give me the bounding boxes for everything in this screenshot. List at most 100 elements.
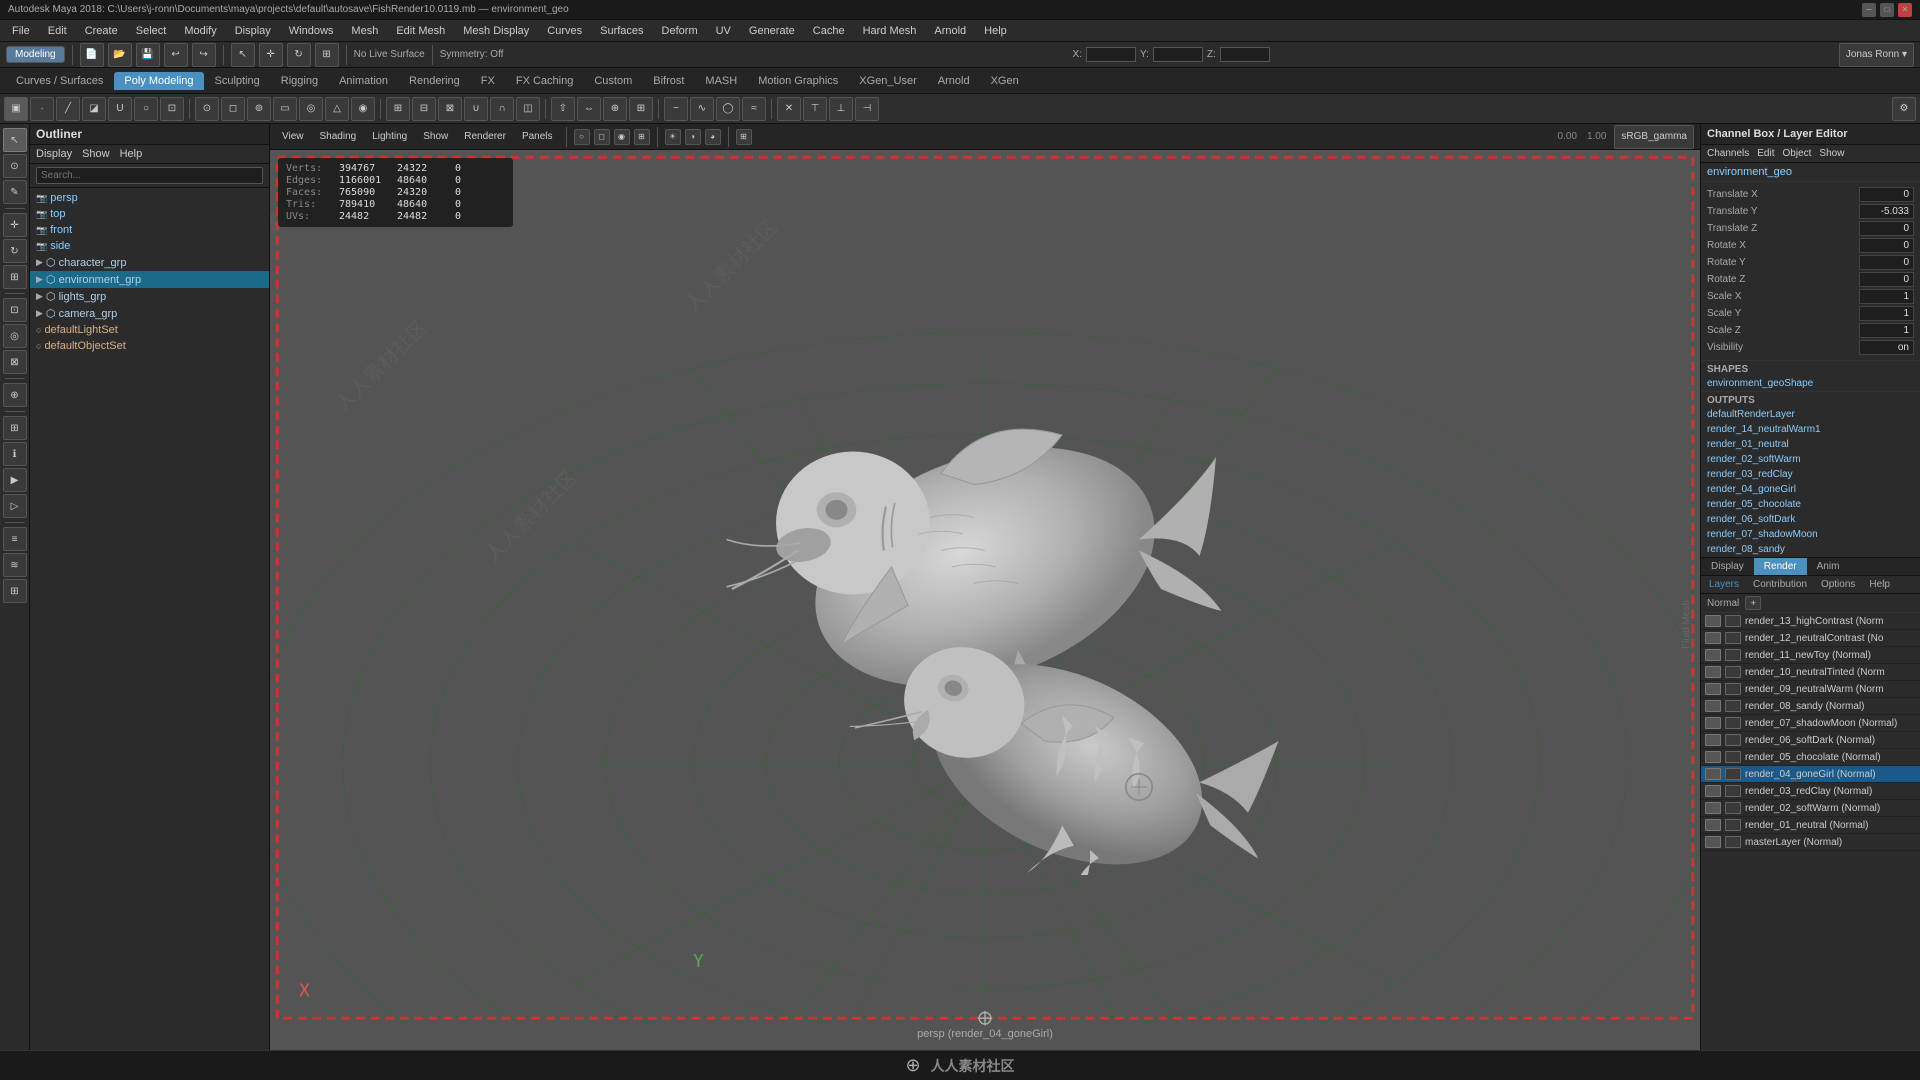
le-layer-render12[interactable]: render_12_neutralContrast (No bbox=[1701, 630, 1920, 647]
menu-create[interactable]: Create bbox=[77, 23, 126, 39]
cb-menu-channels[interactable]: Channels bbox=[1707, 148, 1749, 159]
relax-btn[interactable]: ∿ bbox=[690, 97, 714, 121]
redo-btn[interactable]: ↪ bbox=[192, 43, 216, 67]
vp-wireframe-btn[interactable]: ◻ bbox=[594, 129, 610, 145]
outliner-item-lights-grp[interactable]: ▶ ⬡ lights_grp bbox=[30, 288, 269, 305]
cb-scale-x-value[interactable]: 1 bbox=[1859, 289, 1914, 304]
show-manip[interactable]: ⊕ bbox=[3, 383, 27, 407]
tab-custom[interactable]: Custom bbox=[584, 72, 642, 90]
cb-output-render02[interactable]: render_02_softWarm bbox=[1701, 452, 1920, 467]
face-select-btn[interactable]: ◪ bbox=[82, 97, 106, 121]
outliner-search-input[interactable] bbox=[36, 167, 263, 184]
le-tab-render[interactable]: Render bbox=[1754, 558, 1807, 575]
le-layer-render11[interactable]: render_11_newToy (Normal) bbox=[1701, 647, 1920, 664]
vp-color-space-btn[interactable]: sRGB_gamma bbox=[1614, 125, 1694, 149]
bool-union-btn[interactable]: ∪ bbox=[464, 97, 488, 121]
cb-shape-item-0[interactable]: environment_geoShape bbox=[1701, 376, 1920, 391]
menu-mesh-display[interactable]: Mesh Display bbox=[455, 23, 537, 39]
snap-btn[interactable]: ⊞ bbox=[3, 416, 27, 440]
axis-z-input[interactable] bbox=[1220, 47, 1270, 62]
cb-output-render06[interactable]: render_06_softDark bbox=[1701, 512, 1920, 527]
render-btn[interactable]: ▶ bbox=[3, 468, 27, 492]
cb-menu-show[interactable]: Show bbox=[1819, 148, 1844, 159]
select-tool-btn[interactable]: ↖ bbox=[231, 43, 255, 67]
tab-poly-modeling[interactable]: Poly Modeling bbox=[114, 72, 203, 90]
cb-output-render04[interactable]: render_04_goneGirl bbox=[1701, 482, 1920, 497]
menu-file[interactable]: File bbox=[4, 23, 38, 39]
le-add-btn[interactable]: + bbox=[1745, 596, 1761, 610]
fill-hole-btn[interactable]: ⊕ bbox=[603, 97, 627, 121]
soft-mod[interactable]: ◎ bbox=[3, 324, 27, 348]
deform-tool[interactable]: ⊠ bbox=[3, 350, 27, 374]
new-scene-btn[interactable]: 📄 bbox=[80, 43, 104, 67]
extract-btn[interactable]: ⊠ bbox=[438, 97, 462, 121]
combine-btn[interactable]: ⊞ bbox=[386, 97, 410, 121]
poly-cone-btn[interactable]: △ bbox=[325, 97, 349, 121]
loop-cut-btn[interactable]: ⊣ bbox=[855, 97, 879, 121]
cb-translate-x-value[interactable]: 0 bbox=[1859, 187, 1914, 202]
ipr-btn[interactable]: ▷ bbox=[3, 494, 27, 518]
outliner-item-persp[interactable]: 📷 persp bbox=[30, 190, 269, 206]
le-layer-render01[interactable]: render_01_neutral (Normal) bbox=[1701, 817, 1920, 834]
menu-edit-mesh[interactable]: Edit Mesh bbox=[388, 23, 453, 39]
le-tab-anim[interactable]: Anim bbox=[1807, 558, 1850, 575]
maximize-button[interactable]: □ bbox=[1880, 3, 1894, 17]
settings-btn[interactable]: ⚙ bbox=[1892, 97, 1916, 121]
cb-rotate-z-value[interactable]: 0 bbox=[1859, 272, 1914, 287]
outliner-item-default-obj-set[interactable]: ○ defaultObjectSet bbox=[30, 338, 269, 354]
cb-scale-z-value[interactable]: 1 bbox=[1859, 323, 1914, 338]
paint-select-tool[interactable]: ✎ bbox=[3, 180, 27, 204]
vp-shading-menu[interactable]: Shading bbox=[314, 130, 363, 143]
info-btn[interactable]: ℹ bbox=[3, 442, 27, 466]
poly-torus-btn[interactable]: ◎ bbox=[299, 97, 323, 121]
mode-dropdown[interactable]: Modeling bbox=[6, 46, 65, 63]
poly-disk-btn[interactable]: ◉ bbox=[351, 97, 375, 121]
vp-textured-btn[interactable]: ⊞ bbox=[634, 129, 650, 145]
uv-select-btn[interactable]: U bbox=[108, 97, 132, 121]
le-layer-render03[interactable]: render_03_redClay (Normal) bbox=[1701, 783, 1920, 800]
viewport-canvas[interactable]: Verts: 394767 24322 0 Edges: 1166001 486… bbox=[270, 150, 1700, 1050]
outliner-menu-help[interactable]: Help bbox=[120, 148, 143, 160]
poly-cube-btn[interactable]: ◻ bbox=[221, 97, 245, 121]
close-button[interactable]: ✕ bbox=[1898, 3, 1912, 17]
rotate-tool-left[interactable]: ↻ bbox=[3, 239, 27, 263]
outliner-item-env-grp[interactable]: ▶ ⬡ environment_grp bbox=[30, 271, 269, 288]
select-mode-btn[interactable]: ▣ bbox=[4, 97, 28, 121]
vp-shadow-btn[interactable]: ◑ bbox=[685, 129, 701, 145]
cb-rotate-x-value[interactable]: 0 bbox=[1859, 238, 1914, 253]
vp-shaded-btn[interactable]: ◉ bbox=[614, 129, 630, 145]
menu-modify[interactable]: Modify bbox=[176, 23, 224, 39]
tab-bifrost[interactable]: Bifrost bbox=[643, 72, 694, 90]
scale-tool-left[interactable]: ⊞ bbox=[3, 265, 27, 289]
rotate-tool-btn[interactable]: ↻ bbox=[287, 43, 311, 67]
le-layer-render05[interactable]: render_05_chocolate (Normal) bbox=[1701, 749, 1920, 766]
menu-display[interactable]: Display bbox=[227, 23, 279, 39]
tab-arnold[interactable]: Arnold bbox=[928, 72, 980, 90]
menu-windows[interactable]: Windows bbox=[281, 23, 342, 39]
le-layer-render06[interactable]: render_06_softDark (Normal) bbox=[1701, 732, 1920, 749]
universal-manip[interactable]: ⊡ bbox=[3, 298, 27, 322]
display-layer-btn[interactable]: ≡ bbox=[3, 527, 27, 551]
move-tool-left[interactable]: ✛ bbox=[3, 213, 27, 237]
menu-curves[interactable]: Curves bbox=[539, 23, 590, 39]
menu-hard-mesh[interactable]: Hard Mesh bbox=[855, 23, 925, 39]
cb-visibility-value[interactable]: on bbox=[1859, 340, 1914, 355]
tab-xgen-user[interactable]: XGen_User bbox=[849, 72, 926, 90]
lasso-tool[interactable]: ⊙ bbox=[3, 154, 27, 178]
le-subtab-layers[interactable]: Layers bbox=[1705, 578, 1743, 591]
cb-scale-y-value[interactable]: 1 bbox=[1859, 306, 1914, 321]
merge-btn[interactable]: ⊤ bbox=[803, 97, 827, 121]
le-layer-render04[interactable]: render_04_goneGirl (Normal) bbox=[1701, 766, 1920, 783]
menu-select[interactable]: Select bbox=[128, 23, 175, 39]
tab-motion-graphics[interactable]: Motion Graphics bbox=[748, 72, 848, 90]
cb-output-render05[interactable]: render_05_chocolate bbox=[1701, 497, 1920, 512]
vp-show-menu[interactable]: Show bbox=[417, 130, 454, 143]
user-menu-btn[interactable]: Jonas Ronn ▾ bbox=[1839, 43, 1914, 67]
menu-surfaces[interactable]: Surfaces bbox=[592, 23, 651, 39]
delete-edge-btn[interactable]: ✕ bbox=[777, 97, 801, 121]
render-layer-btn[interactable]: ⊞ bbox=[3, 579, 27, 603]
scale-tool-btn[interactable]: ⊞ bbox=[315, 43, 339, 67]
outliner-item-front[interactable]: 📷 front bbox=[30, 222, 269, 238]
menu-edit[interactable]: Edit bbox=[40, 23, 75, 39]
le-layer-render10[interactable]: render_10_neutralTinted (Norm bbox=[1701, 664, 1920, 681]
